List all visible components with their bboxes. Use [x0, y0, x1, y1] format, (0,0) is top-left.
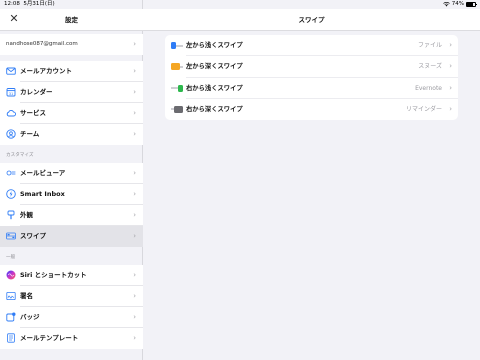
chevron-right-icon: › [133, 292, 136, 300]
sidebar-item-label: チーム [20, 130, 40, 138]
swipe-option-value: Evernote [415, 84, 442, 92]
section-label: 一般 [6, 255, 16, 260]
chevron-right-icon: › [133, 130, 136, 138]
sidebar-item-label: メールアカウント [20, 67, 72, 75]
sidebar-item[interactable]: Siri とショートカット › [0, 265, 143, 286]
swipe-settings-card: 左から浅くスワイプ ファイル › 左から深くスワイプ スヌーズ › 右から浅くスワイプ Eve… [165, 35, 458, 120]
chevron-right-icon: › [133, 271, 136, 279]
detail-header: スワイプ [143, 9, 480, 31]
mail-viewer-icon [6, 168, 16, 178]
swipe-option-value: リマインダー [405, 105, 442, 113]
cloud-icon [6, 108, 16, 118]
chevron-right-icon: › [133, 190, 136, 198]
sidebar-item[interactable]: 31 カレンダー › [0, 82, 143, 103]
siri-icon [6, 270, 16, 280]
chevron-right-icon: › [449, 41, 452, 49]
signature-icon [6, 291, 16, 301]
section-label: カスタマイズ [6, 153, 34, 158]
account-row[interactable]: nandhose087@gmail.com › [0, 34, 143, 55]
sidebar-item-label: スワイプ [20, 232, 46, 240]
swipe-left-short-icon [171, 42, 183, 49]
chevron-right-icon: › [133, 40, 136, 48]
sidebar-item-label: カレンダー [20, 88, 53, 96]
detail-title: スワイプ [298, 16, 325, 24]
sidebar-item[interactable]: メールテンプレート › [0, 328, 143, 349]
status-date: 5月31日(日) [23, 1, 55, 7]
swipe-icon [6, 231, 16, 241]
status-bar: 12:08 5月31日(日) 74% [0, 0, 480, 9]
sidebar-item[interactable]: サービス › [0, 103, 143, 124]
sidebar-item[interactable]: 署名 › [0, 286, 143, 307]
appearance-icon [6, 210, 16, 220]
screen: 12:08 5月31日(日) 74% ✕ 設定 nandhose087@gmai… [0, 0, 480, 360]
sidebar-item[interactable]: 外観 › [0, 205, 143, 226]
swipe-option-row[interactable]: 右から浅くスワイプ Evernote › [165, 78, 458, 99]
chevron-right-icon: › [133, 313, 136, 321]
battery-level [467, 3, 473, 6]
swipe-option-row[interactable]: 左から浅くスワイプ ファイル › [165, 35, 458, 57]
swipe-option-row[interactable]: 左から深くスワイプ スヌーズ › [165, 56, 458, 78]
battery-icon [466, 2, 477, 7]
template-icon [6, 333, 16, 343]
svg-text:31: 31 [9, 92, 14, 96]
chevron-right-icon: › [133, 169, 136, 177]
sidebar-item-label: 署名 [20, 292, 33, 300]
swipe-option-value: ファイル [417, 42, 442, 49]
chevron-right-icon: › [133, 334, 136, 342]
swipe-option-label: 右から浅くスワイプ [186, 84, 243, 92]
sidebar-item-label: Siri とショートカット [20, 271, 87, 279]
sidebar-item[interactable]: メールビューア › [0, 163, 143, 184]
swipe-right-long-icon [171, 105, 183, 113]
detail-pane: スワイプ 左から浅くスワイプ ファイル › 左から深くスワイプ スヌーズ › 右から浅くスワ… [143, 0, 480, 360]
chevron-right-icon: › [133, 232, 136, 240]
battery-percent: 74% [451, 1, 464, 7]
sidebar-item-label: メールビューア [20, 169, 66, 177]
smart-inbox-icon [6, 189, 16, 199]
status-clock: 12:08 [4, 1, 20, 7]
status-right: 74% [443, 0, 477, 9]
swipe-option-row[interactable]: 右から深くスワイプ リマインダー › [165, 99, 458, 120]
swipe-left-long-icon [171, 63, 183, 71]
calendar-icon: 31 [6, 87, 16, 97]
sidebar-item-label: 外観 [20, 211, 33, 219]
sidebar-item[interactable]: スワイプ › [0, 226, 143, 247]
account-email: nandhose087@gmail.com [6, 41, 78, 47]
swipe-option-label: 左から深くスワイプ [186, 63, 243, 71]
chevron-right-icon: › [449, 83, 452, 92]
chevron-right-icon: › [133, 88, 136, 96]
chevron-right-icon: › [449, 104, 452, 113]
chevron-right-icon: › [133, 109, 136, 117]
sidebar-item-label: サービス [20, 109, 46, 117]
sidebar-item[interactable]: Smart Inbox › [0, 184, 143, 205]
sidebar-item[interactable]: メールアカウント › [0, 61, 143, 82]
swipe-option-value: スヌーズ [418, 63, 442, 71]
team-icon [6, 129, 16, 139]
sidebar-item[interactable]: バッジ › [0, 307, 143, 328]
sidebar-header: ✕ 設定 [0, 9, 143, 31]
mail-icon [6, 66, 16, 76]
chevron-right-icon: › [449, 62, 452, 71]
sidebar-item-label: バッジ [20, 313, 40, 321]
sidebar-item-label: メールテンプレート [20, 334, 79, 342]
sidebar-item[interactable]: チーム › [0, 124, 143, 145]
status-time: 12:08 5月31日(日) [4, 0, 55, 9]
badge-icon [6, 312, 16, 322]
sidebar-item-label: Smart Inbox [20, 190, 65, 198]
wifi-icon [443, 2, 450, 7]
settings-sidebar: ✕ 設定 nandhose087@gmail.com › メールアカウント › 31… [0, 0, 143, 360]
swipe-option-label: 右から深くスワイプ [186, 105, 243, 113]
swipe-right-short-icon [171, 84, 183, 92]
chevron-right-icon: › [133, 67, 136, 75]
swipe-option-label: 左から浅くスワイプ [186, 42, 243, 49]
sidebar-title: 設定 [65, 16, 78, 24]
chevron-right-icon: › [133, 211, 136, 219]
